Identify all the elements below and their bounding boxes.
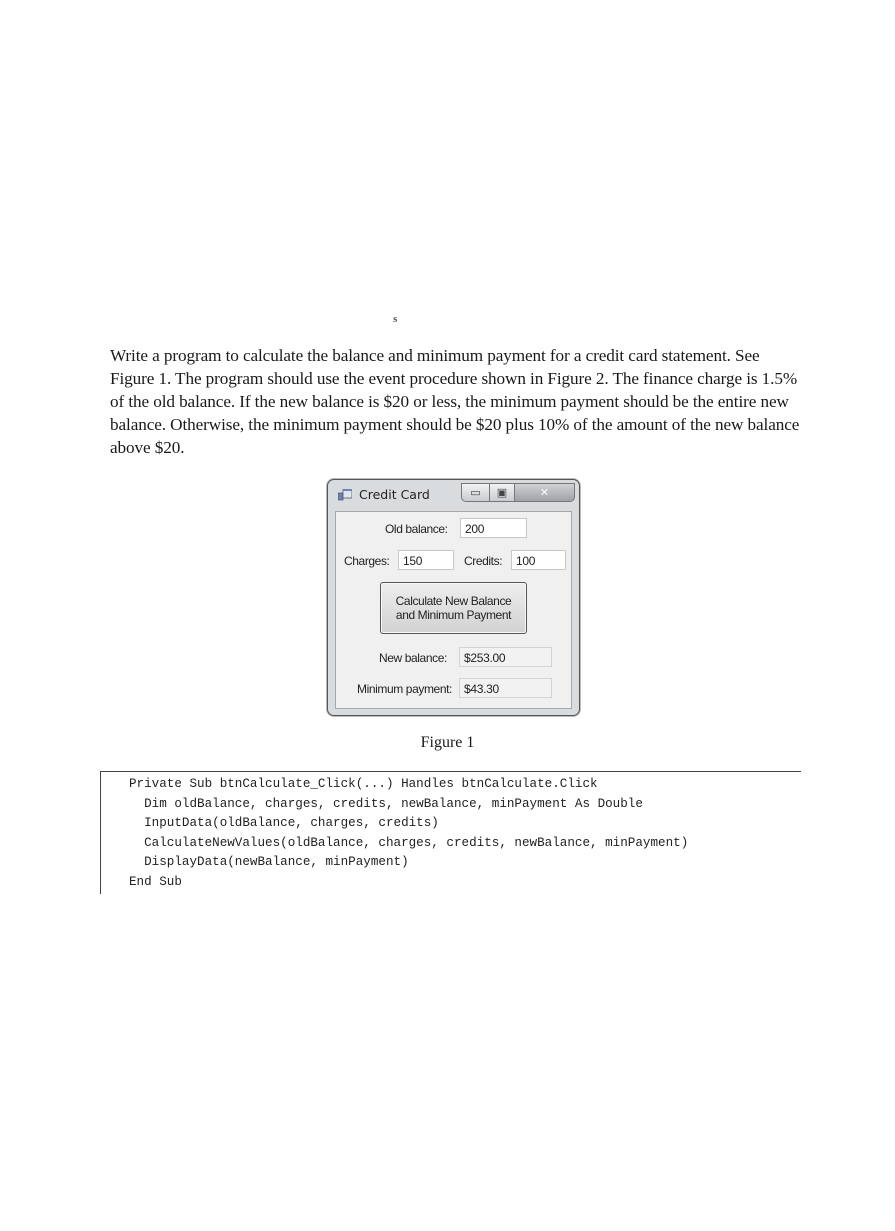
new-balance-label: New balance: [379,651,447,665]
maximize-button[interactable]: ▣ [489,483,515,502]
credit-card-window: Credit Card ▭ ▣ ✕ Old balance: 200 Charg… [327,479,580,716]
code-line: Dim oldBalance, charges, credits, newBal… [129,796,643,811]
charges-input[interactable]: 150 [398,550,454,570]
maximize-icon: ▣ [496,486,508,499]
code-line: Private Sub btnCalculate_Click(...) Hand… [129,777,598,791]
old-balance-label: Old balance: [385,522,448,536]
calculate-button-line2: and Minimum Payment [395,608,512,622]
calculate-button-line1: Calculate New Balance [395,594,512,608]
window-title: Credit Card [359,487,430,502]
close-icon: ✕ [539,486,550,499]
code-line: End Sub [129,874,182,889]
title-bar[interactable]: Credit Card ▭ ▣ ✕ [328,480,579,510]
figure1-caption: Figure 1 [420,734,475,751]
code-listing: Private Sub btnCalculate_Click(...) Hand… [129,775,688,892]
credits-input[interactable]: 100 [511,550,566,570]
min-payment-label: Minimum payment: [357,682,452,696]
min-payment-output: $43.30 [459,678,552,698]
minimize-icon: ▭ [470,486,481,499]
credits-label: Credits: [464,554,503,568]
code-line: CalculateNewValues(oldBalance, charges, … [129,835,689,850]
new-balance-output: $253.00 [459,647,552,667]
code-line: InputData(oldBalance, charges, credits) [129,816,439,830]
old-balance-input[interactable]: 200 [460,518,527,538]
problem-statement: Write a program to calculate the balance… [110,346,800,457]
form-client-area: Old balance: 200 Charges: 150 Credits: 1… [335,511,572,709]
charges-label: Charges: [344,554,390,568]
figure2-code-block: Private Sub btnCalculate_Click(...) Hand… [100,771,801,894]
minimize-button[interactable]: ▭ [461,483,490,502]
page-mark: s [393,313,398,325]
app-form-icon [338,489,352,501]
code-line: DisplayData(newBalance, minPayment) [129,855,409,869]
calculate-button[interactable]: Calculate New Balance and Minimum Paymen… [380,582,527,634]
close-button[interactable]: ✕ [514,483,575,502]
